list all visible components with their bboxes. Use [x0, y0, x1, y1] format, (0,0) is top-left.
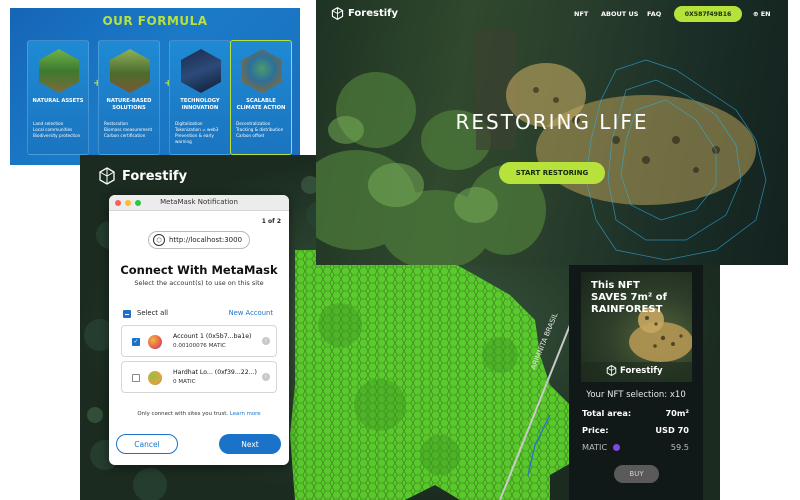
globe-hands-image: [242, 49, 282, 93]
formula-card-item: Carbon certification: [104, 133, 146, 138]
info-icon[interactable]: i: [262, 337, 270, 345]
select-all-checkbox[interactable]: [123, 310, 131, 318]
avatar: [148, 371, 162, 385]
row-value: USD 70: [655, 425, 689, 435]
connect-subheading: Select the account(s) to use on this sit…: [134, 279, 264, 287]
technology-image: [181, 49, 221, 93]
account-row[interactable]: ✓ Account 1 (0x5b7...ba1e) 0.00100076 MA…: [121, 325, 277, 357]
row-value: 59.5: [670, 442, 689, 452]
row-label: Total area:: [582, 408, 632, 418]
brand-name: Forestify: [348, 8, 399, 19]
trust-note-text: Only connect with sites you trust.: [137, 411, 229, 417]
collage: OUR FORMULA NATURAL ASSETS Land selectio…: [0, 0, 800, 500]
formula-card-title: NATURE-BASED SOLUTIONS: [106, 98, 152, 111]
hero-brand[interactable]: Forestify: [331, 7, 398, 20]
account-balance: 0.00100076 MATIC: [173, 343, 226, 349]
row-label-group: MATIC: [582, 442, 620, 452]
row-value: 70m²: [665, 408, 689, 418]
formula-card-natural-assets: NATURAL ASSETS Land selection Local comm…: [27, 40, 89, 155]
nft-panel: This NFT SAVES 7m² of RAINFOREST Foresti…: [569, 265, 703, 500]
info-icon[interactable]: i: [262, 373, 270, 381]
trust-note: Only connect with sites you trust. Learn…: [109, 411, 289, 417]
start-restoring-button[interactable]: START RESTORING: [499, 162, 605, 184]
nft-image: This NFT SAVES 7m² of RAINFOREST Foresti…: [581, 272, 692, 382]
nft-image-text: This NFT SAVES 7m² of RAINFOREST: [591, 280, 667, 315]
map-brand[interactable]: Forestify: [98, 167, 187, 185]
language-selector[interactable]: ⊕ EN: [753, 10, 771, 18]
formula-card-title: TECHNOLOGY INNOVATION: [180, 98, 220, 111]
formula-panel: OUR FORMULA NATURAL ASSETS Land selectio…: [10, 8, 300, 165]
nav-about-us[interactable]: ABOUT US: [601, 10, 638, 18]
site-host: ⬡ http://localhost:3000: [148, 231, 250, 249]
brand-name: Forestify: [620, 365, 663, 376]
window-titlebar: MetaMask Notification: [109, 195, 289, 211]
total-area-row: Total area: 70m²: [582, 408, 689, 418]
forestify-logo-icon: [331, 7, 344, 20]
row-label: MATIC: [582, 442, 608, 452]
globe-icon: ⊕: [753, 10, 759, 18]
metamask-window: MetaMask Notification 1 of 2 ⬡ http://lo…: [109, 195, 289, 465]
host-url: http://localhost:3000: [169, 236, 243, 244]
page-count: 1 of 2: [261, 218, 281, 225]
account-balance: 0 MATIC: [173, 379, 196, 385]
brand-name: Forestify: [122, 168, 188, 184]
matic-icon: [612, 444, 620, 451]
hero-headline: RESTORING LIFE: [455, 110, 649, 134]
formula-card-item: Carbon offset: [236, 133, 265, 138]
nft-image-brand: Forestify: [606, 365, 663, 376]
hero-panel: Forestify NFT ABOUT US FAQ 0X587f49B16 ⊕…: [316, 0, 788, 265]
landscape-image: [39, 49, 79, 93]
account-checkbox[interactable]: ✓: [132, 338, 140, 346]
avatar: [148, 335, 162, 349]
account-row[interactable]: Hardhat Lo... (0xf39...22...) 0 MATIC i: [121, 361, 277, 393]
nav-nft[interactable]: NFT: [574, 10, 588, 18]
buy-button[interactable]: BUY: [614, 465, 659, 483]
formula-card-item: Biodiversity protection: [33, 133, 81, 138]
forestify-logo-icon: [606, 365, 617, 376]
wallet-address-button[interactable]: 0X587f49B16: [674, 6, 742, 22]
site-icon: ⬡: [153, 234, 165, 246]
nav-faq[interactable]: FAQ: [647, 10, 661, 18]
formula-card-nature-based: NATURE-BASED SOLUTIONS Restoration Bioma…: [98, 40, 160, 155]
connect-heading: Connect With MetaMask: [120, 263, 278, 277]
price-row: Price: USD 70: [582, 425, 689, 435]
formula-card-climate-action: SCALABLE CLIMATE ACTION Decentralization…: [230, 40, 292, 155]
matic-row: MATIC 59.5: [582, 442, 689, 452]
row-label: Price:: [582, 425, 609, 435]
language-label: EN: [760, 10, 771, 18]
account-name: Account 1 (0x5b7...ba1e): [173, 333, 252, 340]
formula-card-title: NATURAL ASSETS: [32, 98, 84, 104]
formula-card-item: Prevention & early warning: [175, 133, 214, 144]
next-button[interactable]: Next: [219, 434, 281, 454]
cancel-button[interactable]: Cancel: [116, 434, 178, 454]
formula-card-title: SCALABLE CLIMATE ACTION: [236, 98, 286, 111]
formula-title: OUR FORMULA: [102, 14, 208, 28]
window-title: MetaMask Notification: [160, 198, 238, 206]
new-account-link[interactable]: New Account: [229, 309, 273, 317]
account-checkbox[interactable]: [132, 374, 140, 382]
account-name: Hardhat Lo... (0xf39...22...): [173, 369, 257, 376]
select-all-label[interactable]: Select all: [137, 309, 168, 317]
plant-hands-image: [110, 49, 150, 93]
formula-card-technology: TECHNOLOGY INNOVATION Digitalization Tok…: [169, 40, 231, 155]
forestify-logo-icon: [99, 167, 115, 185]
nft-selection: Your NFT selection: x10: [586, 390, 686, 400]
learn-more-link[interactable]: Learn more: [230, 411, 261, 417]
